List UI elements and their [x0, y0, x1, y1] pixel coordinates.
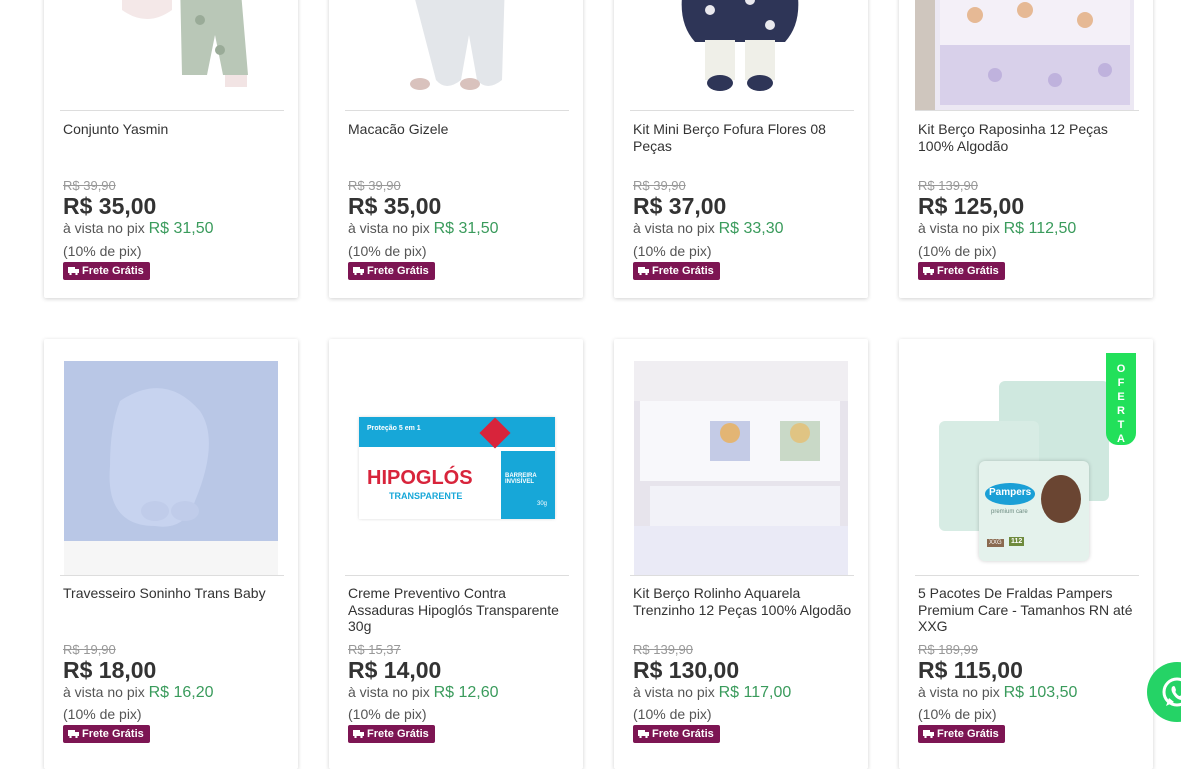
product-card[interactable]: Kit Berço Raposinha 12 Peças 100% Algodã… [899, 0, 1153, 298]
pix-discount: (10% de pix) [918, 243, 997, 259]
product-photo-diapers: Pampers premium care XXG 112 [939, 381, 1115, 561]
old-price: R$ 19,90 [63, 642, 116, 657]
whatsapp-icon [1162, 677, 1181, 707]
pix-discount: (10% de pix) [63, 706, 142, 722]
truck-icon [68, 267, 79, 275]
price: R$ 115,00 [918, 657, 1023, 683]
truck-icon [353, 267, 364, 275]
truck-icon [638, 730, 649, 738]
product-image[interactable] [630, 0, 854, 111]
truck-icon [923, 267, 934, 275]
pix-price: à vista no pix R$ 112,50 [918, 220, 1077, 237]
pix-discount: (10% de pix) [633, 243, 712, 259]
pix-price: à vista no pix R$ 117,00 [633, 684, 792, 701]
oferta-badge: OFERTA [1106, 353, 1136, 447]
old-price: R$ 139,90 [918, 178, 978, 193]
pix-discount: (10% de pix) [63, 243, 142, 259]
pix-price: à vista no pix R$ 31,50 [63, 220, 214, 237]
product-image[interactable] [630, 361, 854, 576]
old-price: R$ 39,90 [633, 178, 686, 193]
pix-discount: (10% de pix) [348, 706, 427, 722]
product-image[interactable] [345, 0, 569, 111]
free-shipping-badge: Frete Grátis [348, 725, 435, 743]
pix-price: à vista no pix R$ 31,50 [348, 220, 499, 237]
pix-price: à vista no pix R$ 103,50 [918, 684, 1078, 701]
old-price: R$ 39,90 [63, 178, 116, 193]
product-photo-crib-train [634, 361, 848, 575]
product-title[interactable]: Travesseiro Soninho Trans Baby [63, 585, 285, 602]
price: R$ 130,00 [633, 657, 740, 683]
pix-discount: (10% de pix) [918, 706, 997, 722]
truck-icon [353, 730, 364, 738]
product-title[interactable]: Kit Mini Berço Fofura Flores 08 Peças [633, 121, 855, 154]
pix-price: à vista no pix R$ 12,60 [348, 684, 499, 701]
product-image[interactable] [915, 0, 1139, 111]
product-image[interactable] [60, 0, 284, 111]
product-title[interactable]: Kit Berço Raposinha 12 Peças 100% Algodã… [918, 121, 1140, 154]
product-card[interactable]: Kit Mini Berço Fofura Flores 08 Peças R$… [614, 0, 868, 298]
free-shipping-badge: Frete Grátis [633, 725, 720, 743]
product-card[interactable]: Kit Berço Rolinho Aquarela Trenzinho 12 … [614, 339, 868, 769]
pix-discount: (10% de pix) [633, 706, 712, 722]
price: R$ 14,00 [348, 657, 442, 683]
price: R$ 35,00 [348, 193, 442, 219]
price: R$ 125,00 [918, 193, 1025, 219]
product-photo-cream: Proteção 5 em 1 HIPOGLÓS TRANSPARENTE BA… [359, 417, 555, 519]
old-price: R$ 139,90 [633, 642, 693, 657]
product-photo-pillow [64, 361, 278, 575]
product-image[interactable]: Proteção 5 em 1 HIPOGLÓS TRANSPARENTE BA… [345, 361, 569, 576]
free-shipping-badge: Frete Grátis [918, 725, 1005, 743]
product-title[interactable]: Kit Berço Rolinho Aquarela Trenzinho 12 … [633, 585, 855, 618]
product-title[interactable]: Conjunto Yasmin [63, 121, 285, 138]
price: R$ 37,00 [633, 193, 727, 219]
product-card[interactable]: Macacão Gizele R$ 39,90 R$ 35,00 à vista… [329, 0, 583, 298]
price: R$ 18,00 [63, 657, 157, 683]
product-image[interactable] [60, 361, 284, 576]
product-photo-outfit [60, 0, 284, 110]
free-shipping-badge: Frete Grátis [348, 262, 435, 280]
product-card[interactable]: Conjunto Yasmin R$ 39,90 R$ 35,00 à vist… [44, 0, 298, 298]
pix-price: à vista no pix R$ 16,20 [63, 684, 214, 701]
product-title[interactable]: 5 Pacotes De Fraldas Pampers Premium Car… [918, 585, 1140, 635]
product-title[interactable]: Macacão Gizele [348, 121, 570, 138]
truck-icon [68, 730, 79, 738]
truck-icon [638, 267, 649, 275]
old-price: R$ 189,99 [918, 642, 978, 657]
old-price: R$ 39,90 [348, 178, 401, 193]
pix-price: à vista no pix R$ 33,30 [633, 220, 784, 237]
free-shipping-badge: Frete Grátis [918, 262, 1005, 280]
free-shipping-badge: Frete Grátis [633, 262, 720, 280]
product-card[interactable]: Pampers premium care XXG 112 OFERTA 5 Pa… [899, 339, 1153, 769]
pix-discount: (10% de pix) [348, 243, 427, 259]
product-card[interactable]: Travesseiro Soninho Trans Baby R$ 19,90 … [44, 339, 298, 769]
free-shipping-badge: Frete Grátis [63, 725, 150, 743]
product-photo-romper [345, 0, 569, 110]
old-price: R$ 15,37 [348, 642, 401, 657]
product-title[interactable]: Creme Preventivo Contra Assaduras Hipogl… [348, 585, 570, 635]
truck-icon [923, 730, 934, 738]
price: R$ 35,00 [63, 193, 157, 219]
product-photo-crib-kit [915, 0, 1134, 110]
product-card[interactable]: Proteção 5 em 1 HIPOGLÓS TRANSPARENTE BA… [329, 339, 583, 769]
product-photo-dress [630, 0, 854, 110]
free-shipping-badge: Frete Grátis [63, 262, 150, 280]
